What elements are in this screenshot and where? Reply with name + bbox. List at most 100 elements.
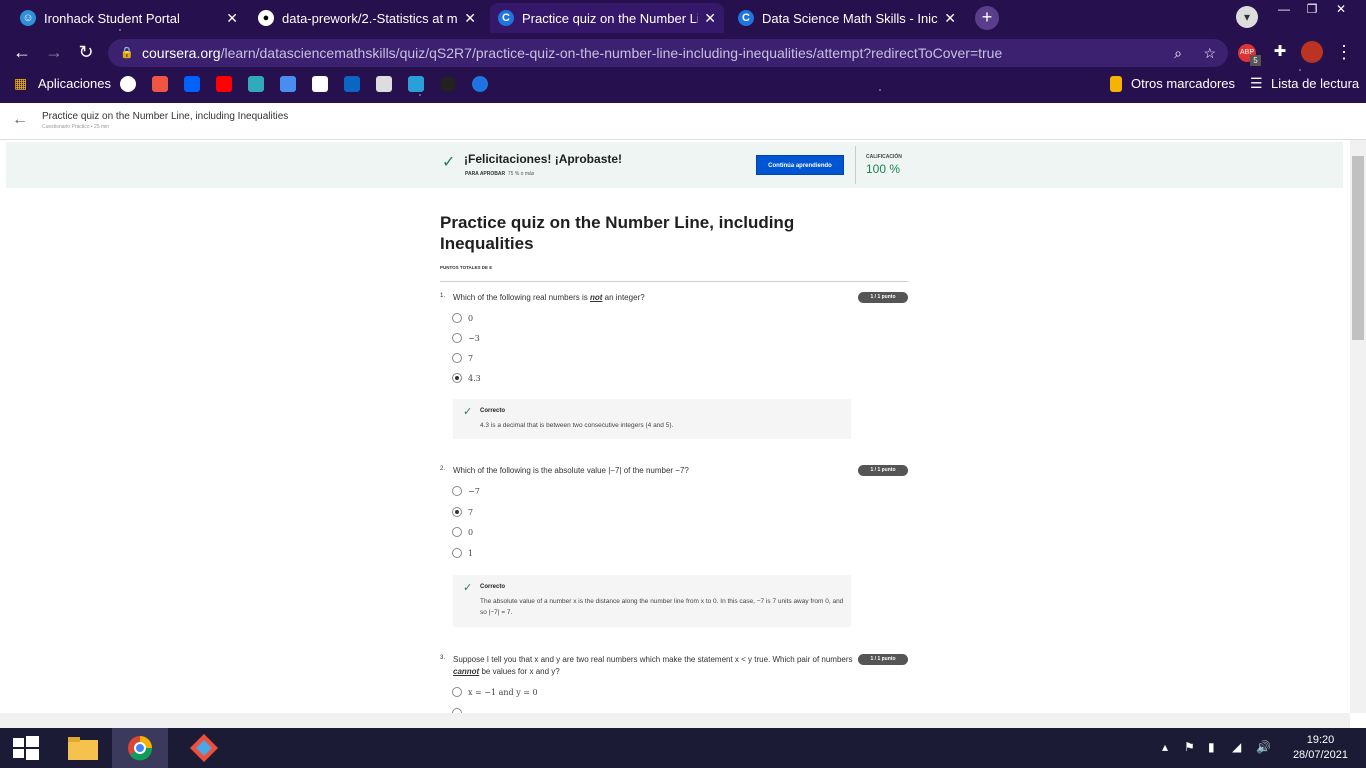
question-text: Suppose I tell you that x and y are two … bbox=[453, 654, 853, 678]
score-badge: 1 / 1 punto bbox=[858, 654, 908, 665]
avatar[interactable] bbox=[1301, 41, 1323, 63]
address-bar[interactable]: 🔒 coursera.org/learn/datasciencemathskil… bbox=[108, 39, 1228, 67]
qr-icon[interactable] bbox=[312, 76, 328, 92]
url-domain: coursera.org bbox=[142, 45, 221, 61]
option-label: −7 bbox=[468, 486, 480, 496]
coursera-icon: C bbox=[498, 10, 514, 26]
back-button[interactable]: ← bbox=[10, 40, 34, 64]
bookmark-apps[interactable]: Aplicaciones bbox=[38, 76, 111, 91]
ironhack-icon: ☺ bbox=[20, 10, 36, 26]
tab-data-science[interactable]: C Data Science Math Skills - Inicio | ✕ bbox=[730, 3, 964, 33]
linkedin-icon[interactable] bbox=[344, 76, 360, 92]
file-explorer-icon[interactable] bbox=[56, 728, 112, 768]
close-icon[interactable]: ✕ bbox=[464, 10, 476, 27]
browser-chrome: ☺ Ironhack Student Portal ✕ ● data-prewo… bbox=[0, 0, 1366, 103]
time: 19:20 bbox=[1306, 734, 1335, 746]
bookmark-icon[interactable] bbox=[408, 76, 424, 92]
battery-icon[interactable]: ▮ bbox=[1208, 740, 1215, 754]
bookmark-icon[interactable] bbox=[248, 76, 264, 92]
tab-github[interactable]: ● data-prework/2.-Statistics at mas ✕ bbox=[250, 3, 484, 33]
check-icon: ✓ bbox=[442, 154, 456, 171]
restore-button[interactable]: ❐ bbox=[1298, 0, 1326, 18]
close-window-button[interactable]: ✕ bbox=[1326, 0, 1356, 18]
network-icon[interactable]: ◢ bbox=[1232, 740, 1241, 754]
coursera-icon[interactable] bbox=[472, 76, 488, 92]
option-label: 0 bbox=[468, 527, 474, 537]
app-icon[interactable] bbox=[176, 728, 232, 768]
youtube-icon[interactable] bbox=[216, 76, 232, 92]
radio-button[interactable] bbox=[452, 527, 462, 537]
page-header: ← Practice quiz on the Number Line, incl… bbox=[0, 103, 1366, 140]
radio-button[interactable] bbox=[452, 548, 462, 558]
main-content: ✓ ¡Felicitaciones! ¡Aprobaste! PARA APRO… bbox=[0, 140, 1350, 713]
feedback-title: Correcto bbox=[480, 408, 506, 414]
chevron-up-icon[interactable]: ▴ bbox=[1162, 740, 1168, 754]
answer-option[interactable]: 0 bbox=[452, 312, 473, 324]
close-icon[interactable]: ✕ bbox=[226, 10, 238, 27]
dropbox-icon[interactable] bbox=[184, 76, 200, 92]
question-emphasis: cannot bbox=[453, 667, 480, 676]
star-icon[interactable]: ☆ bbox=[1203, 39, 1216, 67]
volume-icon[interactable]: 🔊 bbox=[1256, 740, 1271, 754]
clock[interactable]: 19:20 28/07/2021 bbox=[1293, 733, 1348, 763]
quiz-title: Practice quiz on the Number Line, includ… bbox=[440, 213, 795, 253]
continue-button[interactable]: Continúa aprendiendo bbox=[756, 155, 844, 175]
question-emphasis: not bbox=[589, 293, 603, 302]
puzzle-icon[interactable]: ✚ bbox=[1268, 40, 1292, 64]
answer-option[interactable]: 1 bbox=[452, 547, 473, 559]
flag-icon[interactable]: ⚑ bbox=[1184, 740, 1195, 754]
radio-button[interactable] bbox=[452, 353, 462, 363]
close-icon[interactable]: ✕ bbox=[704, 10, 716, 27]
bookmark-icon[interactable] bbox=[376, 76, 392, 92]
question-number: 2. bbox=[440, 466, 446, 472]
github-icon[interactable] bbox=[440, 76, 456, 92]
pass-message: ¡Felicitaciones! ¡Aprobaste! bbox=[464, 152, 623, 166]
question-text-part: be values for x and y? bbox=[479, 667, 560, 676]
windows-icon bbox=[13, 736, 39, 760]
start-button[interactable] bbox=[0, 728, 56, 768]
radio-button[interactable] bbox=[452, 486, 462, 496]
radio-button[interactable] bbox=[452, 313, 462, 323]
horizontal-scrollbar[interactable] bbox=[0, 713, 1350, 728]
apps-grid-icon[interactable]: ▦ bbox=[14, 75, 27, 92]
answer-option[interactable]: −7 bbox=[452, 485, 480, 497]
scrollbar-thumb[interactable] bbox=[1352, 156, 1364, 340]
menu-icon[interactable]: ⋮ bbox=[1332, 40, 1356, 64]
question-text: Which of the following is the absolute v… bbox=[453, 466, 689, 475]
answer-option[interactable]: x = −1 and y = 0 bbox=[452, 686, 538, 698]
navigation-bar: ← → ↻ 🔒 coursera.org/learn/datasciencema… bbox=[0, 36, 1366, 68]
answer-option[interactable]: 7 bbox=[452, 506, 473, 518]
radio-button-selected[interactable] bbox=[452, 373, 462, 383]
radio-button[interactable] bbox=[452, 687, 462, 697]
other-bookmarks[interactable]: Otros marcadores bbox=[1131, 76, 1235, 91]
answer-option[interactable]: 4.3 bbox=[452, 372, 481, 384]
radio-button[interactable] bbox=[452, 333, 462, 343]
tab-title: Ironhack Student Portal bbox=[44, 10, 180, 26]
close-icon[interactable]: ✕ bbox=[944, 10, 956, 27]
reading-list[interactable]: Lista de lectura bbox=[1271, 76, 1359, 91]
answer-option[interactable]: 0 bbox=[452, 526, 473, 538]
score-badge: 1 / 1 punto bbox=[858, 465, 908, 476]
forward-button[interactable]: → bbox=[42, 40, 66, 64]
tab-title: Data Science Math Skills - Inicio | bbox=[762, 10, 939, 26]
pass-banner: ✓ ¡Felicitaciones! ¡Aprobaste! PARA APRO… bbox=[6, 142, 1343, 188]
answer-option[interactable]: −3 bbox=[452, 332, 480, 344]
back-arrow-icon[interactable]: ← bbox=[12, 111, 28, 129]
new-tab-button[interactable]: + bbox=[975, 6, 999, 30]
search-icon[interactable]: ⌕ bbox=[1174, 39, 1182, 67]
bookmarks-bar: ▦ Aplicaciones Otros marcadores ☰ Lista … bbox=[0, 70, 1366, 98]
tab-ironhack[interactable]: ☺ Ironhack Student Portal ✕ bbox=[12, 3, 246, 33]
radio-button-selected[interactable] bbox=[452, 507, 462, 517]
question-text-part: Which of the following real numbers is bbox=[453, 293, 590, 302]
minimize-button[interactable]: — bbox=[1270, 0, 1298, 18]
gmail-icon[interactable] bbox=[152, 76, 168, 92]
answer-option[interactable]: 7 bbox=[452, 352, 473, 364]
reload-button[interactable]: ↻ bbox=[74, 40, 98, 64]
google-icon[interactable] bbox=[120, 76, 136, 92]
chrome-icon[interactable] bbox=[112, 728, 168, 768]
question-text: Which of the following real numbers is n… bbox=[453, 292, 843, 304]
translate-icon[interactable] bbox=[280, 76, 296, 92]
tab-quiz[interactable]: C Practice quiz on the Number Line ✕ bbox=[490, 3, 724, 33]
option-label: −3 bbox=[468, 333, 480, 343]
profile-menu-icon[interactable]: ▾ bbox=[1236, 6, 1258, 28]
